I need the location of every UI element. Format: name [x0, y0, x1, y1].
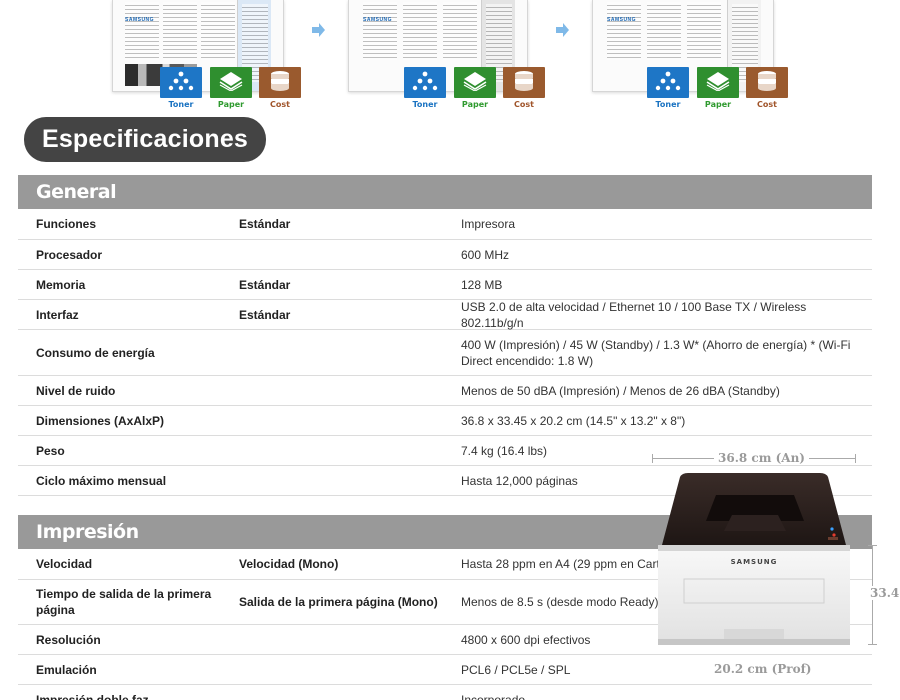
- promo-tile-toner: [160, 67, 202, 98]
- width-dimension-label: 36.8 cm (An): [714, 451, 809, 465]
- spec-label: Interfaz: [36, 308, 79, 322]
- height-dimension-label: 33.45: [868, 586, 900, 600]
- cost-icon: [267, 69, 293, 96]
- spec-label: Procesador: [36, 247, 103, 262]
- spec-value: 600 MHz: [461, 247, 510, 262]
- promo-tile-label: Cost: [270, 100, 290, 109]
- toner-icon: [168, 69, 194, 96]
- table-row: Interfaz Estándar USB 2.0 de alta velocida…: [18, 300, 872, 330]
- printer-brand-label: SAMSUNG: [730, 558, 778, 566]
- spec-label: Resolución: [36, 632, 101, 647]
- promo-document-brand: SAMSUNG: [607, 17, 637, 23]
- spec-label: Nivel de ruido: [36, 383, 116, 398]
- spec-label: Emulación: [36, 662, 97, 677]
- promo-strip: SAMSUNG SAMSUNG SAMSUNG Toner Paper Cost To…: [0, 0, 900, 112]
- paper-icon: [218, 69, 244, 96]
- promo-tile-toner: [404, 67, 446, 98]
- promo-tile-label: Cost: [757, 100, 777, 109]
- depth-dimension-label: 20.2 cm (Prof): [714, 662, 812, 676]
- promo-tile-label: Paper: [461, 100, 489, 109]
- promo-tile-cost: [259, 67, 301, 98]
- printer-illustration: 36.8 cm (An) 33.45: [640, 445, 900, 700]
- spec-label: Memoria: [36, 278, 86, 292]
- table-row: Consumo de energía 400 W (Impresión) / 45…: [18, 330, 872, 376]
- spec-value: Impresora: [461, 217, 516, 231]
- promo-tile-paper: [454, 67, 496, 98]
- table-row: Procesador 600 MHz: [18, 240, 872, 270]
- toner-icon: [655, 69, 681, 96]
- promo-tile-label: Paper: [704, 100, 732, 109]
- promo-tile-paper: [697, 67, 739, 98]
- spec-sublabel: Estándar: [239, 217, 291, 231]
- spec-sublabel: Salida de la primera página (Mono): [239, 595, 438, 609]
- table-row: Nivel de ruido Menos de 50 dBA (Impresión…: [18, 376, 872, 406]
- cost-icon: [511, 69, 537, 96]
- toner-icon: [412, 69, 438, 96]
- promo-tile-label: Toner: [168, 100, 194, 109]
- spec-label: Peso: [36, 443, 65, 458]
- paper-icon: [462, 69, 488, 96]
- arrow-right-icon: [310, 22, 326, 38]
- spec-value: Menos de 50 dBA (Impresión) / Menos de 2…: [461, 383, 780, 398]
- promo-document-brand: SAMSUNG: [125, 17, 155, 23]
- table-row: Funciones Estándar Impresora: [18, 209, 872, 240]
- spec-label: Ciclo máximo mensual: [36, 473, 167, 488]
- cost-icon: [754, 69, 780, 96]
- spec-label: Tiempo de salida de la primera página: [36, 587, 212, 617]
- spec-sublabel: Estándar: [239, 307, 291, 322]
- spec-value: 128 MB: [461, 277, 503, 292]
- spec-sublabel: Estándar: [239, 277, 291, 292]
- paper-icon: [705, 69, 731, 96]
- promo-tile-label: Toner: [655, 100, 681, 109]
- specifications-heading: Especificaciones: [24, 117, 266, 162]
- spec-value: 400 W (Impresión) / 45 W (Standby) / 1.3…: [461, 337, 851, 368]
- spec-label: Funciones: [36, 217, 97, 231]
- spec-label: Velocidad: [36, 557, 93, 571]
- table-row: Memoria Estándar 128 MB: [18, 270, 872, 300]
- spec-label: Consumo de energía: [36, 345, 155, 360]
- promo-tile-label: Cost: [514, 100, 534, 109]
- promo-tile-paper: [210, 67, 252, 98]
- spec-value: USB 2.0 de alta velocidad / Ethernet 10 …: [461, 299, 807, 330]
- promo-tile-cost: [503, 67, 545, 98]
- spec-label: Impresión doble faz: [36, 692, 149, 700]
- section-header-general: General: [18, 175, 872, 209]
- promo-tile-cost: [746, 67, 788, 98]
- spec-label: Dimensiones (AxAlxP): [36, 413, 165, 428]
- spec-value: 36.8 x 33.45 x 20.2 cm (14.5" x 13.2" x …: [461, 413, 686, 428]
- table-row: Dimensiones (AxAlxP) 36.8 x 33.45 x 20.2 …: [18, 406, 872, 436]
- spec-sublabel: Velocidad (Mono): [239, 557, 339, 571]
- arrow-right-icon: [554, 22, 570, 38]
- promo-document-brand: SAMSUNG: [363, 17, 393, 23]
- promo-tile-toner: [647, 67, 689, 98]
- printer-image: SAMSUNG: [654, 471, 854, 647]
- promo-tile-label: Paper: [217, 100, 245, 109]
- promo-tile-label: Toner: [412, 100, 438, 109]
